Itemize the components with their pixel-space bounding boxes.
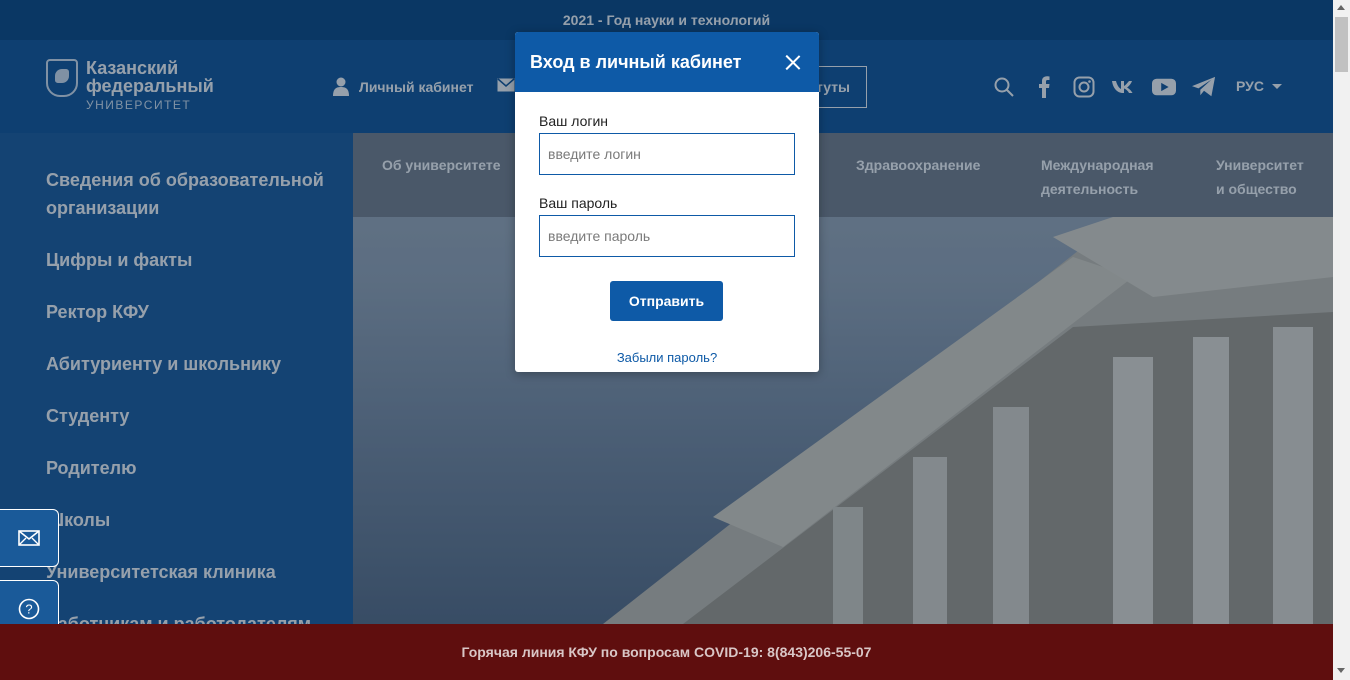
login-label: Ваш логин (539, 113, 609, 129)
modal-header: Вход в личный кабинет (515, 32, 819, 92)
covid-hotline-bar: Горячая линия КФУ по вопросам COVID-19: … (0, 624, 1333, 680)
university-building-image (603, 217, 1333, 624)
telegram-icon[interactable] (1192, 75, 1216, 99)
logo-line-3: УНИВЕРСИТЕТ (86, 98, 192, 112)
logo-emblem-icon (46, 59, 78, 97)
close-icon[interactable] (785, 55, 800, 70)
nav-university-society[interactable]: Университет и общество (1216, 153, 1316, 201)
nav-healthcare[interactable]: Здравоохранение (856, 153, 980, 177)
sidebar-item-employees[interactable]: Работникам и работодателям (46, 610, 326, 624)
page-scrollbar[interactable] (1333, 0, 1350, 680)
sidebar-item-applicants[interactable]: Абитуриенту и школьнику (46, 350, 326, 378)
scroll-up-icon[interactable] (1337, 5, 1345, 10)
help-icon: ? (18, 598, 40, 620)
social-icons (992, 75, 1232, 99)
main-navigation: Об университете Здравоохранение Междунар… (353, 133, 1333, 217)
svg-text:?: ? (25, 602, 32, 617)
instagram-icon[interactable] (1072, 75, 1096, 99)
login-input[interactable] (539, 133, 795, 175)
university-logo[interactable]: Казанский федеральный УНИВЕРСИТЕТ (46, 59, 214, 113)
password-label: Ваш пароль (539, 195, 618, 211)
search-icon[interactable] (992, 75, 1016, 99)
sidebar-item-parents[interactable]: Родителю (46, 454, 326, 482)
scrollbar-thumb[interactable] (1335, 17, 1348, 72)
sidebar-item-rector[interactable]: Ректор КФУ (46, 298, 326, 326)
submit-button[interactable]: Отправить (610, 281, 723, 321)
nav-international[interactable]: Международная деятельность (1041, 153, 1171, 201)
modal-title: Вход в личный кабинет (530, 51, 742, 72)
nav-about-university[interactable]: Об университете (382, 153, 501, 177)
sidebar-item-facts[interactable]: Цифры и факты (46, 246, 326, 274)
logo-line-2: федеральный (86, 76, 214, 96)
mail-icon (18, 530, 40, 546)
sidebar-item-schools[interactable]: Школы (46, 506, 326, 534)
sidebar-item-clinic[interactable]: Университетская клиника (46, 558, 326, 586)
personal-cabinet-label: Личный кабинет (359, 78, 474, 95)
announcement-text: 2021 - Год науки и технологий (562, 12, 771, 28)
forgot-password-link[interactable]: Забыли пароль? (515, 350, 819, 365)
password-input[interactable] (539, 215, 795, 257)
login-modal: Вход в личный кабинет Ваш логин Ваш паро… (515, 32, 819, 372)
hotline-text: Горячая линия КФУ по вопросам COVID-19: … (461, 644, 872, 660)
logo-line-1: Казанский (86, 58, 179, 78)
scroll-down-icon[interactable] (1337, 668, 1345, 673)
hero-banner: Об университете Здравоохранение Междунар… (353, 133, 1333, 624)
language-selector[interactable]: РУС (1236, 78, 1282, 94)
personal-cabinet-link[interactable]: Личный кабинет (333, 77, 473, 96)
user-icon (333, 77, 349, 96)
language-label: РУС (1236, 78, 1264, 94)
youtube-icon[interactable] (1152, 75, 1176, 99)
header-mail-icon[interactable] (497, 78, 515, 92)
chevron-down-icon (1271, 83, 1282, 89)
facebook-icon[interactable] (1032, 75, 1056, 99)
vk-icon[interactable] (1112, 75, 1136, 99)
feedback-mail-button[interactable] (0, 509, 59, 567)
sidebar-item-students[interactable]: Студенту (46, 402, 326, 430)
sidebar-item-organization-info[interactable]: Сведения об образовательной организации (46, 166, 326, 222)
